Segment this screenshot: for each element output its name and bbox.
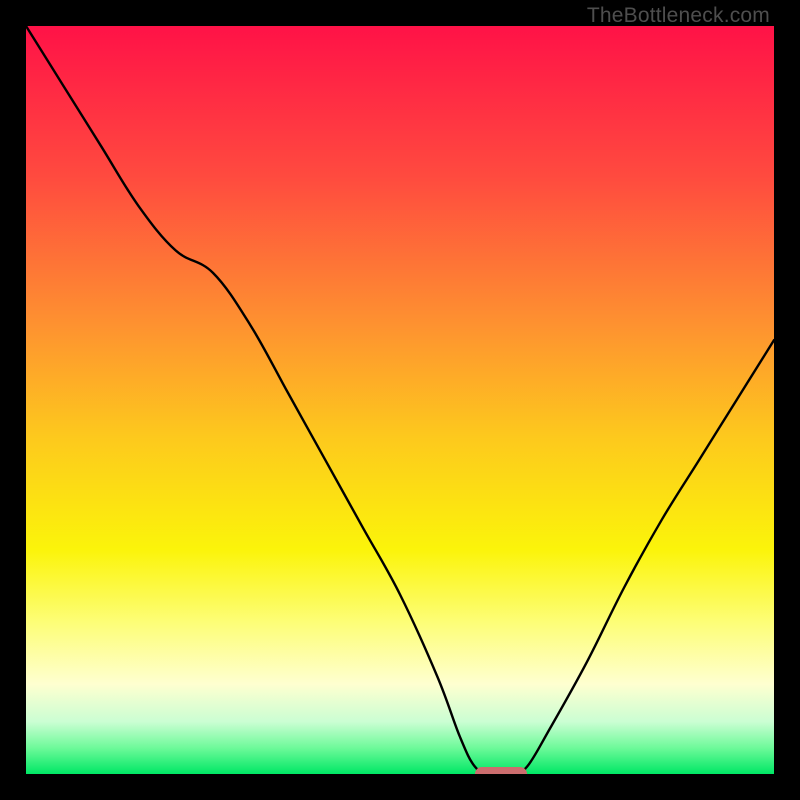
- bottleneck-curve: [26, 26, 774, 774]
- plot-area: [26, 26, 774, 774]
- watermark-text: TheBottleneck.com: [587, 4, 770, 28]
- chart-frame: TheBottleneck.com: [0, 0, 800, 800]
- optimal-range-marker: [475, 767, 527, 774]
